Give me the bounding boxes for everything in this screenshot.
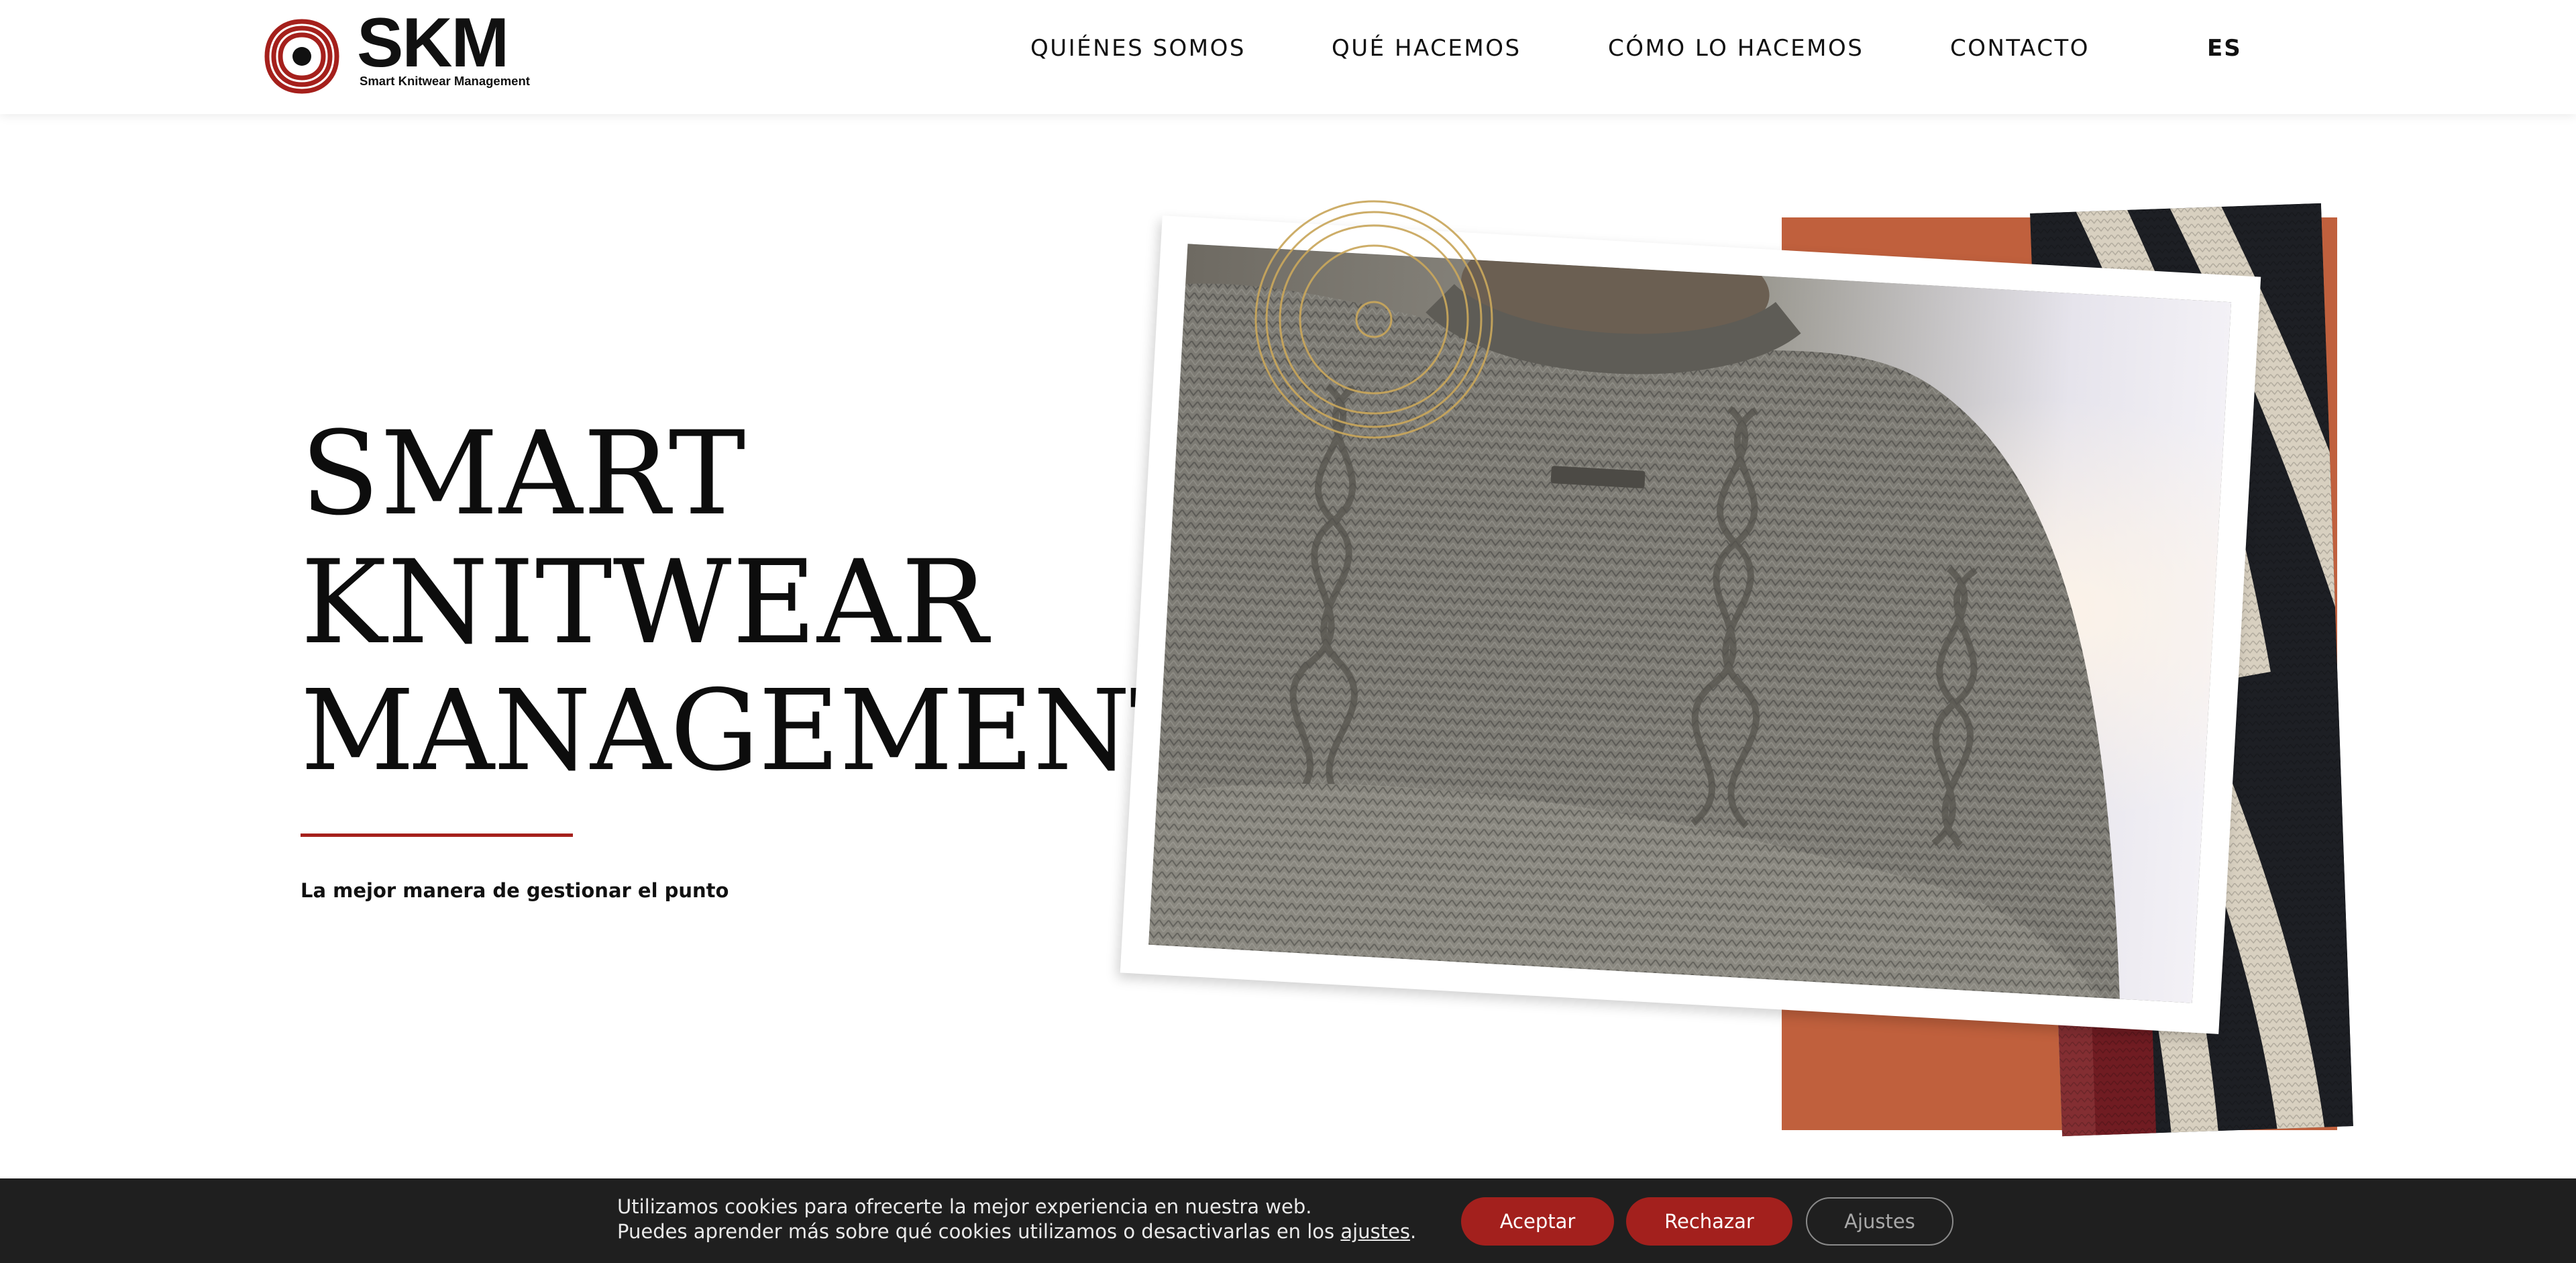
- nav-item-como-lo-hacemos[interactable]: CÓMO LO HACEMOS: [1608, 35, 1864, 62]
- hero-subtitle: La mejor manera de gestionar el punto: [301, 879, 729, 902]
- site-header: SKM Smart Knitwear Management QUIÉNES SO…: [0, 0, 2576, 114]
- nav-item-quienes-somos[interactable]: QUIÉNES SOMOS: [1030, 35, 1246, 62]
- cookie-settings-link[interactable]: ajustes: [1340, 1220, 1410, 1243]
- skm-logo-icon: [264, 19, 339, 94]
- accept-cookies-button[interactable]: Aceptar: [1461, 1197, 1614, 1246]
- cookie-message-prefix: Puedes aprender más sobre qué cookies ut…: [617, 1220, 1341, 1243]
- cookie-message-suffix: .: [1410, 1220, 1417, 1243]
- gold-logo-emblem: [1254, 200, 1493, 439]
- hero-title: SMART KNITWEAR MANAGEMENT: [301, 406, 1204, 796]
- cookie-settings-button[interactable]: Ajustes: [1806, 1197, 1953, 1246]
- cookie-message: Utilizamos cookies para ofrecerte la mej…: [617, 1195, 1416, 1244]
- language-selector[interactable]: ES: [2207, 35, 2242, 62]
- cookie-message-line-1: Utilizamos cookies para ofrecerte la mej…: [617, 1195, 1312, 1218]
- cookie-message-line-2: Puedes aprender más sobre qué cookies ut…: [617, 1219, 1416, 1244]
- nav-item-que-hacemos[interactable]: QUÉ HACEMOS: [1332, 35, 1521, 62]
- hero-divider: [301, 833, 573, 837]
- cookie-consent-bar: Utilizamos cookies para ofrecerte la mej…: [0, 1178, 2576, 1263]
- hero-title-line: MANAGEMENT: [301, 666, 1204, 796]
- nav-item-contacto[interactable]: CONTACTO: [1950, 35, 2090, 62]
- hero-title-line: SMART: [301, 406, 747, 541]
- reject-cookies-button[interactable]: Rechazar: [1626, 1197, 1792, 1246]
- logo-tagline: Smart Knitwear Management: [360, 74, 530, 88]
- logo-wordmark: SKM: [357, 4, 509, 82]
- skm-logo[interactable]: SKM Smart Knitwear Management: [262, 8, 537, 98]
- hero-title-line: KNITWEAR: [301, 535, 989, 670]
